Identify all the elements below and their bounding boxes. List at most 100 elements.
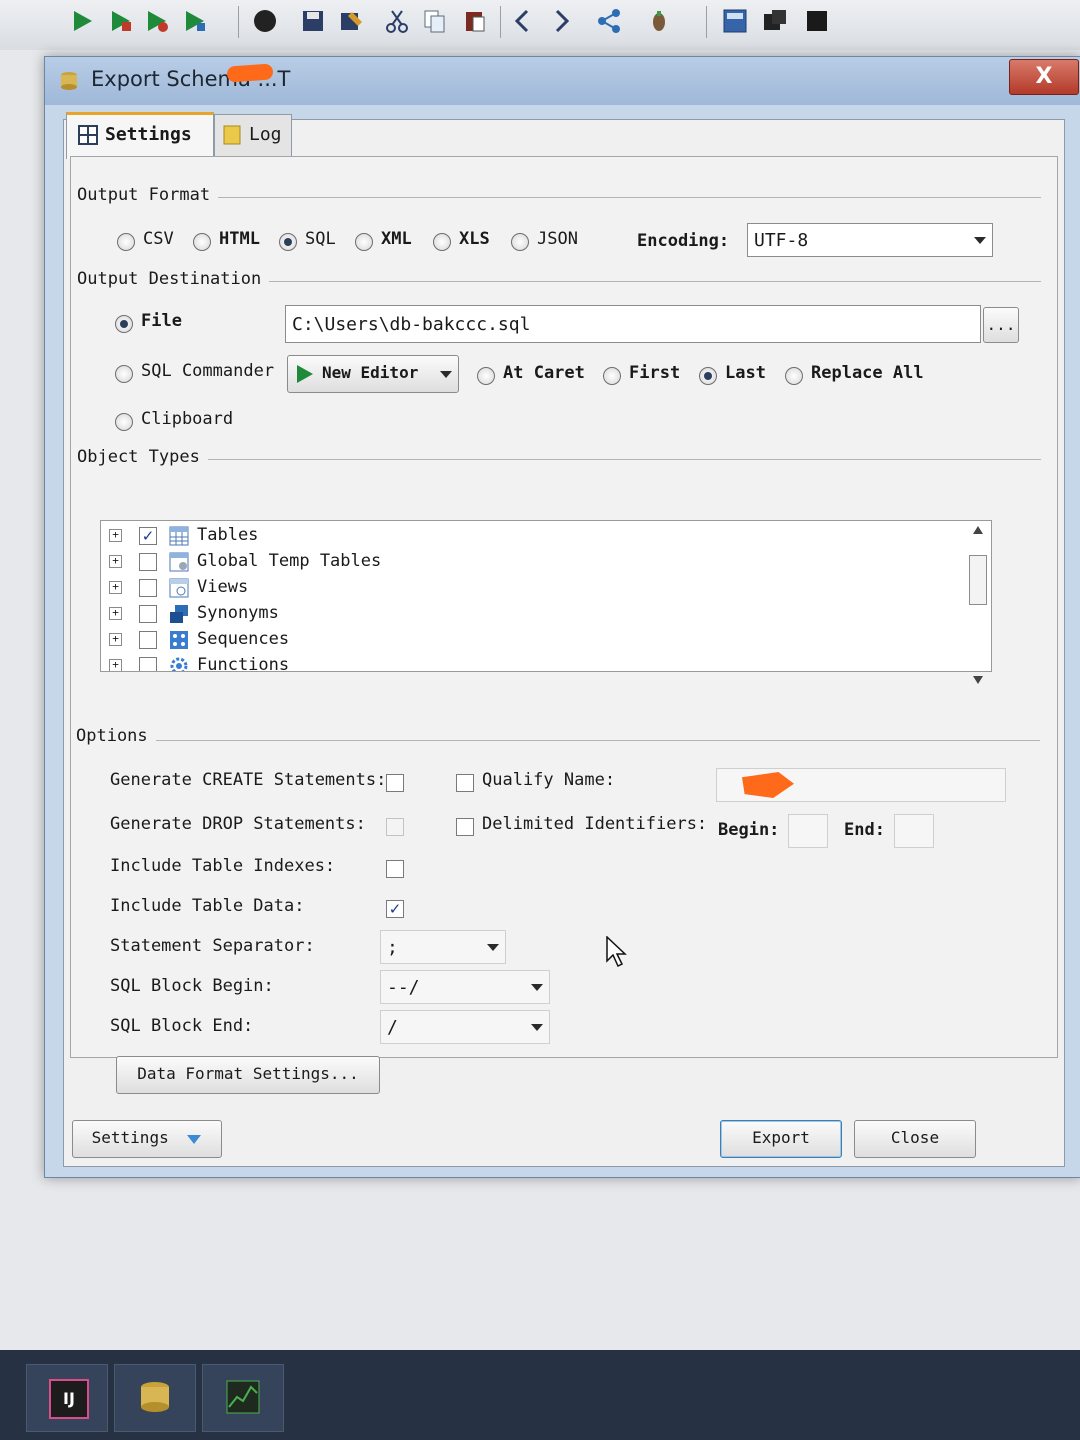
format-xml-label: XML <box>381 229 412 249</box>
settings-menu-button[interactable]: Settings <box>72 1120 222 1158</box>
tree-row-functions[interactable]: + Functions <box>101 653 961 671</box>
qualify-name-checkbox[interactable] <box>456 774 474 792</box>
taskbar-item-database[interactable] <box>114 1364 196 1432</box>
sequences-checkbox[interactable] <box>139 631 157 649</box>
sql-block-end-select[interactable]: / <box>380 1010 550 1044</box>
ide-toolbar <box>0 0 1080 51</box>
database-export-icon <box>61 72 77 90</box>
end-input[interactable] <box>894 814 934 848</box>
placement-first-radio[interactable] <box>603 367 621 385</box>
log-tab-icon <box>223 125 241 145</box>
copy-icon[interactable] <box>422 8 448 34</box>
panel-icon[interactable] <box>804 8 830 34</box>
chevron-down-icon <box>531 1024 543 1031</box>
object-types-tree[interactable]: + ✓ Tables + Global Temp Tables + Views … <box>100 520 992 684</box>
stop-icon[interactable] <box>252 8 278 34</box>
tree-row-tables[interactable]: + ✓ Tables <box>101 523 961 549</box>
destination-clipboard-radio[interactable] <box>115 413 133 431</box>
generate-drop-checkbox[interactable] <box>386 818 404 836</box>
close-window-button[interactable]: X <box>1009 59 1079 95</box>
tree-row-global-temp-tables[interactable]: + Global Temp Tables <box>101 549 961 575</box>
export-button[interactable]: Export <box>720 1120 842 1158</box>
expand-icon[interactable]: + <box>109 555 122 568</box>
scroll-down-icon[interactable] <box>972 675 984 685</box>
new-editor-dropdown[interactable]: New Editor <box>287 355 459 393</box>
tree-row-synonyms[interactable]: + Synonyms <box>101 601 961 627</box>
settings-menu-label: Settings <box>91 1128 169 1147</box>
cut-icon[interactable] <box>384 8 410 34</box>
encoding-select[interactable]: UTF-8 <box>747 223 993 257</box>
format-json-radio[interactable] <box>511 233 529 251</box>
include-indexes-checkbox[interactable] <box>386 860 404 878</box>
synonym-icon <box>170 605 188 623</box>
format-html-radio[interactable] <box>193 233 211 251</box>
chevron-down-icon <box>487 944 499 951</box>
placement-at-caret-label: At Caret <box>503 363 585 383</box>
layout-icon[interactable] <box>722 8 748 34</box>
sql-block-begin-select[interactable]: --/ <box>380 970 550 1004</box>
browse-file-button[interactable]: ... <box>983 307 1019 343</box>
tab-log[interactable]: Log <box>214 114 292 157</box>
tab-settings-label: Settings <box>105 124 192 145</box>
views-checkbox[interactable] <box>139 579 157 597</box>
chevron-down-icon <box>531 984 543 991</box>
scroll-thumb[interactable] <box>969 555 987 605</box>
tables-checkbox[interactable]: ✓ <box>139 527 157 545</box>
delimited-identifiers-checkbox[interactable] <box>456 818 474 836</box>
tree-row-views[interactable]: + Views <box>101 575 961 601</box>
export-schema-dialog: Export Schema ...T X Settings Log Output… <box>44 56 1080 1178</box>
tree-row-sequences[interactable]: + Sequences <box>101 627 961 653</box>
format-sql-radio[interactable] <box>279 233 297 251</box>
tab-settings[interactable]: Settings <box>66 112 214 159</box>
expand-icon[interactable]: + <box>109 633 122 646</box>
tree-label-tables: Tables <box>197 525 259 545</box>
expand-icon[interactable]: + <box>109 607 122 620</box>
taskbar-item-ide[interactable]: IJ <box>26 1364 108 1432</box>
run-step-icon[interactable] <box>108 8 134 34</box>
mouse-cursor-icon <box>606 936 627 968</box>
function-gear-icon <box>170 657 188 671</box>
generate-create-checkbox[interactable] <box>386 774 404 792</box>
scroll-up-icon[interactable] <box>972 525 984 535</box>
tree-scrollbar[interactable] <box>969 525 987 684</box>
expand-icon[interactable]: + <box>109 659 122 671</box>
save-as-icon[interactable] <box>338 8 364 34</box>
data-format-settings-button[interactable]: Data Format Settings... <box>116 1056 380 1094</box>
save-icon[interactable] <box>300 8 326 34</box>
taskbar-item-monitor[interactable] <box>202 1364 284 1432</box>
run-script-icon[interactable] <box>144 8 170 34</box>
include-data-checkbox[interactable]: ✓ <box>386 900 404 918</box>
functions-checkbox[interactable] <box>139 657 157 671</box>
destination-sql-commander-radio[interactable] <box>115 365 133 383</box>
dialog-title-bar[interactable]: Export Schema ...T X <box>45 57 1080 105</box>
toolbar-separator <box>500 6 501 38</box>
begin-input[interactable] <box>788 814 828 848</box>
format-xml-radio[interactable] <box>355 233 373 251</box>
close-button[interactable]: Close <box>854 1120 976 1158</box>
run-icon[interactable] <box>70 8 96 34</box>
global-temp-tables-checkbox[interactable] <box>139 553 157 571</box>
format-csv-radio[interactable] <box>117 233 135 251</box>
output-format-label: Output Format <box>77 185 219 205</box>
output-destination-label: Output Destination <box>77 269 270 289</box>
expand-icon[interactable]: + <box>109 529 122 542</box>
paste-icon[interactable] <box>462 8 488 34</box>
back-icon[interactable] <box>510 8 536 34</box>
placement-at-caret-radio[interactable] <box>477 367 495 385</box>
share-icon[interactable] <box>596 8 622 34</box>
statement-separator-select[interactable]: ; <box>380 930 506 964</box>
debug-icon[interactable] <box>646 8 672 34</box>
synonyms-checkbox[interactable] <box>139 605 157 623</box>
file-path-input[interactable]: C:\Users\db-bakccc.sql <box>285 305 981 343</box>
toolbar-separator <box>238 6 239 38</box>
window-icon[interactable] <box>762 8 788 34</box>
placement-last-radio[interactable] <box>699 367 717 385</box>
destination-file-radio[interactable] <box>115 315 133 333</box>
redaction-mark <box>226 63 274 83</box>
expand-icon[interactable]: + <box>109 581 122 594</box>
destination-file-label: File <box>141 311 182 331</box>
placement-replace-all-radio[interactable] <box>785 367 803 385</box>
format-xls-radio[interactable] <box>433 233 451 251</box>
forward-icon[interactable] <box>548 8 574 34</box>
run-explain-icon[interactable] <box>182 8 208 34</box>
